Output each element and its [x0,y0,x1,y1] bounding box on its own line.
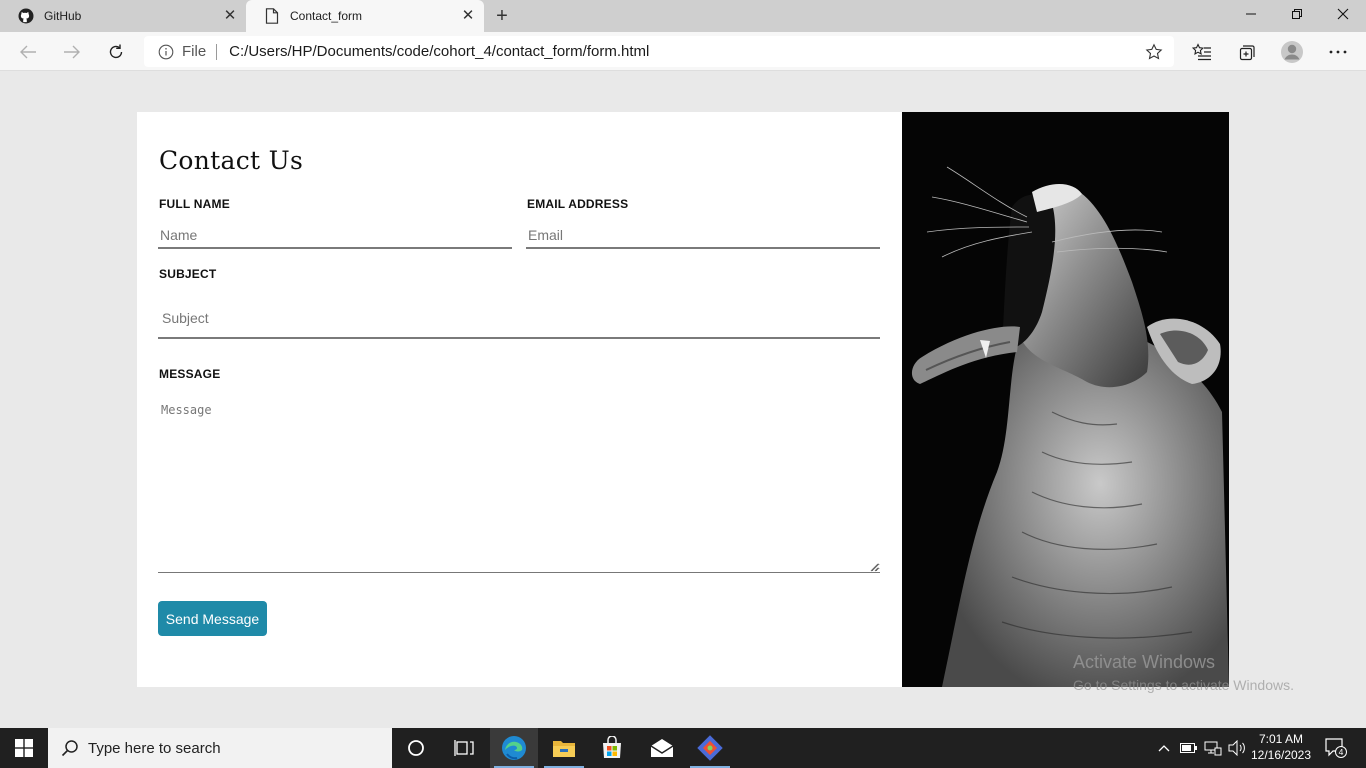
notification-center-icon[interactable]: 4 [1322,728,1350,768]
back-button[interactable] [14,38,42,66]
resize-handle-icon[interactable] [870,563,879,572]
new-tab-button[interactable]: + [490,4,514,28]
contact-form-card: Contact Us FULL NAME EMAIL ADDRESS SUBJE… [137,112,902,687]
send-message-button[interactable]: Send Message [158,601,267,636]
notification-count: 4 [1339,747,1344,757]
collections-icon[interactable] [1234,40,1258,64]
message-textarea[interactable] [158,399,880,573]
forward-button[interactable] [58,38,86,66]
email-input[interactable] [526,222,880,249]
full-name-input[interactable] [158,222,512,249]
edge-taskbar-icon[interactable] [490,728,538,768]
tab-strip: GitHub ✕ Contact_form ✕ + [0,0,1366,32]
tab-github[interactable]: GitHub ✕ [0,0,246,32]
show-hidden-icons-chevron-icon[interactable] [1154,728,1174,768]
full-name-label: FULL NAME [159,197,230,211]
address-bar[interactable]: File C:/Users/HP/Documents/code/cohort_4… [144,36,1174,67]
tab-label: GitHub [44,9,82,23]
tab-label: Contact_form [290,9,363,23]
search-icon [60,738,80,758]
divider [216,43,218,60]
start-button[interactable] [0,728,48,768]
subject-label: SUBJECT [159,267,217,281]
battery-icon[interactable] [1178,728,1200,768]
browser-toolbar: File C:/Users/HP/Documents/code/cohort_4… [0,32,1366,71]
task-view-button[interactable] [440,728,488,768]
git-app-icon[interactable] [686,728,734,768]
activate-windows-subtitle: Go to Settings to activate Windows. [1073,677,1294,693]
subject-input[interactable] [158,298,880,339]
url-text[interactable]: C:/Users/HP/Documents/code/cohort_4/cont… [229,43,1144,60]
taskbar: Type here to search 7:01 AM 12/16/2023 4 [0,728,1366,768]
clock-time: 7:01 AM [1258,732,1304,746]
cortana-button[interactable] [392,728,440,768]
close-tab-icon[interactable]: ✕ [222,8,238,24]
lion-photo [902,112,1229,687]
info-icon[interactable] [158,44,174,60]
page-title: Contact Us [159,146,304,175]
github-icon [18,8,34,24]
close-tab-icon[interactable]: ✕ [460,8,476,24]
system-clock[interactable]: 7:01 AM 12/16/2023 [1246,731,1316,763]
activate-windows-title: Activate Windows [1073,652,1216,672]
scheme-label: File [182,43,207,60]
clock-date: 12/16/2023 [1250,748,1312,762]
restore-button[interactable] [1274,0,1320,28]
favorite-star-icon[interactable] [1144,42,1164,62]
file-explorer-icon[interactable] [540,728,588,768]
mail-icon[interactable] [638,728,686,768]
page-icon [264,8,280,24]
microsoft-store-icon[interactable] [588,728,636,768]
taskbar-search[interactable]: Type here to search [48,728,392,768]
email-label: EMAIL ADDRESS [527,197,629,211]
refresh-button[interactable] [102,38,130,66]
more-options-icon[interactable] [1326,40,1350,64]
tab-contact-form[interactable]: Contact_form ✕ [246,0,484,32]
minimize-button[interactable] [1228,0,1274,28]
profile-avatar[interactable] [1280,40,1304,64]
network-icon[interactable] [1202,728,1224,768]
message-label: MESSAGE [159,367,221,381]
close-window-button[interactable] [1320,0,1366,28]
favorites-icon[interactable] [1190,40,1214,64]
search-placeholder: Type here to search [88,739,221,757]
volume-icon[interactable] [1226,728,1248,768]
